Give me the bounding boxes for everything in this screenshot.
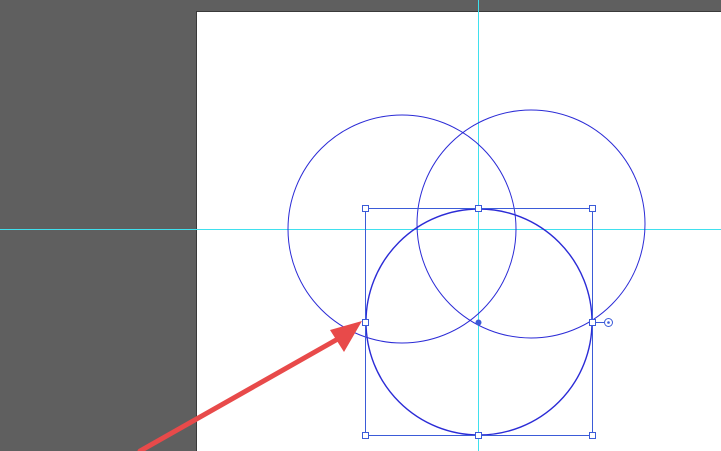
handle-top-left[interactable] — [362, 205, 369, 212]
pasteboard[interactable] — [0, 0, 721, 451]
handle-top-center[interactable] — [475, 205, 482, 212]
handle-bottom-right[interactable] — [589, 432, 596, 439]
handle-top-right[interactable] — [589, 205, 596, 212]
circle-right[interactable] — [416, 109, 646, 339]
handle-bottom-center[interactable] — [475, 432, 482, 439]
canvas-overlay — [0, 0, 721, 451]
annotation-arrow — [137, 321, 362, 451]
corner-widget-icon[interactable] — [596, 318, 613, 327]
center-point — [475, 319, 482, 326]
handle-bottom-left[interactable] — [362, 432, 369, 439]
handle-middle-right[interactable] — [589, 319, 596, 326]
handle-middle-left[interactable] — [362, 319, 369, 326]
